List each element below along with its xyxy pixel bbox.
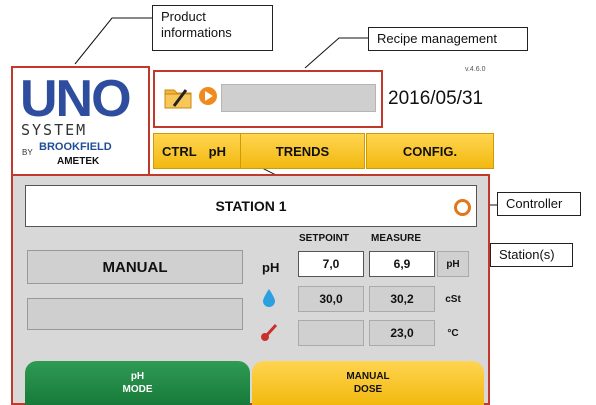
recipe-management-bar	[153, 70, 383, 128]
manual-dose-line1: MANUAL	[346, 371, 390, 382]
ph-mode-line2: MODE	[122, 384, 153, 395]
ph-mode-button[interactable]: pH MODE	[25, 361, 250, 405]
tab-config[interactable]: CONFIG.	[366, 133, 494, 169]
product-logo-panel[interactable]: UNO SYSTEM BY BROOKFIELD AMETEK	[11, 66, 150, 176]
callout-recipe-text: Recipe management	[377, 31, 497, 46]
station-title[interactable]: STATION 1	[25, 185, 477, 227]
manual-dose-line2: DOSE	[353, 384, 383, 395]
tab-ph-label: pH	[208, 143, 227, 159]
ph-unit: pH	[437, 251, 469, 277]
callout-stations-text: Station(s)	[499, 247, 555, 262]
ametek-logo: AMETEK	[57, 156, 100, 167]
viscosity-measure: 30,2	[369, 286, 435, 312]
callout-product-text: Product informations	[161, 9, 232, 40]
by-label: BY	[22, 148, 33, 157]
software-version: v.4.6.0	[465, 66, 486, 73]
date-display: 2016/05/31	[388, 88, 484, 109]
station-title-text: STATION 1	[215, 198, 287, 214]
temperature-measure: 23,0	[369, 320, 435, 346]
viscosity-setpoint[interactable]: 30,0	[298, 286, 364, 312]
manual-dose-button[interactable]: MANUAL DOSE	[252, 361, 484, 405]
tab-ctrl-label: CTRL	[162, 143, 197, 159]
callout-controller: Controller	[497, 192, 581, 216]
mode-status: MANUAL	[27, 250, 243, 284]
folder-edit-icon[interactable]	[164, 85, 192, 109]
ph-measure: 6,9	[369, 251, 435, 277]
temperature-unit: °C	[437, 320, 469, 346]
viscosity-drop-icon	[263, 289, 275, 307]
viscosity-unit: cSt	[437, 286, 469, 312]
uno-logo-text: UNO	[20, 70, 132, 128]
temperature-setpoint	[298, 320, 364, 346]
tab-ctrl-ph[interactable]: CTRL pH	[153, 133, 248, 169]
uno-logo: UNO	[20, 70, 132, 128]
ph-setpoint[interactable]: 7,0	[298, 251, 364, 277]
callout-product-informations: Product informations	[152, 5, 273, 51]
recipe-name-field[interactable]	[221, 84, 376, 112]
system-wordmark: SYSTEM	[21, 121, 88, 139]
brookfield-logo: BROOKFIELD	[39, 141, 112, 153]
callout-controller-text: Controller	[506, 196, 563, 211]
ph-row-label: pH	[262, 260, 280, 275]
thermometer-icon	[261, 323, 278, 341]
status-message-field	[27, 298, 243, 330]
tab-trends[interactable]: TRENDS	[240, 133, 365, 169]
controller-status-icon[interactable]	[454, 199, 471, 216]
col-measure: MEASURE	[371, 233, 422, 244]
callout-stations: Station(s)	[490, 243, 573, 267]
play-recipe-icon[interactable]	[199, 87, 217, 105]
ph-mode-line1: pH	[130, 371, 145, 382]
col-setpoint: SETPOINT	[299, 233, 350, 244]
callout-recipe-management: Recipe management	[368, 27, 528, 51]
